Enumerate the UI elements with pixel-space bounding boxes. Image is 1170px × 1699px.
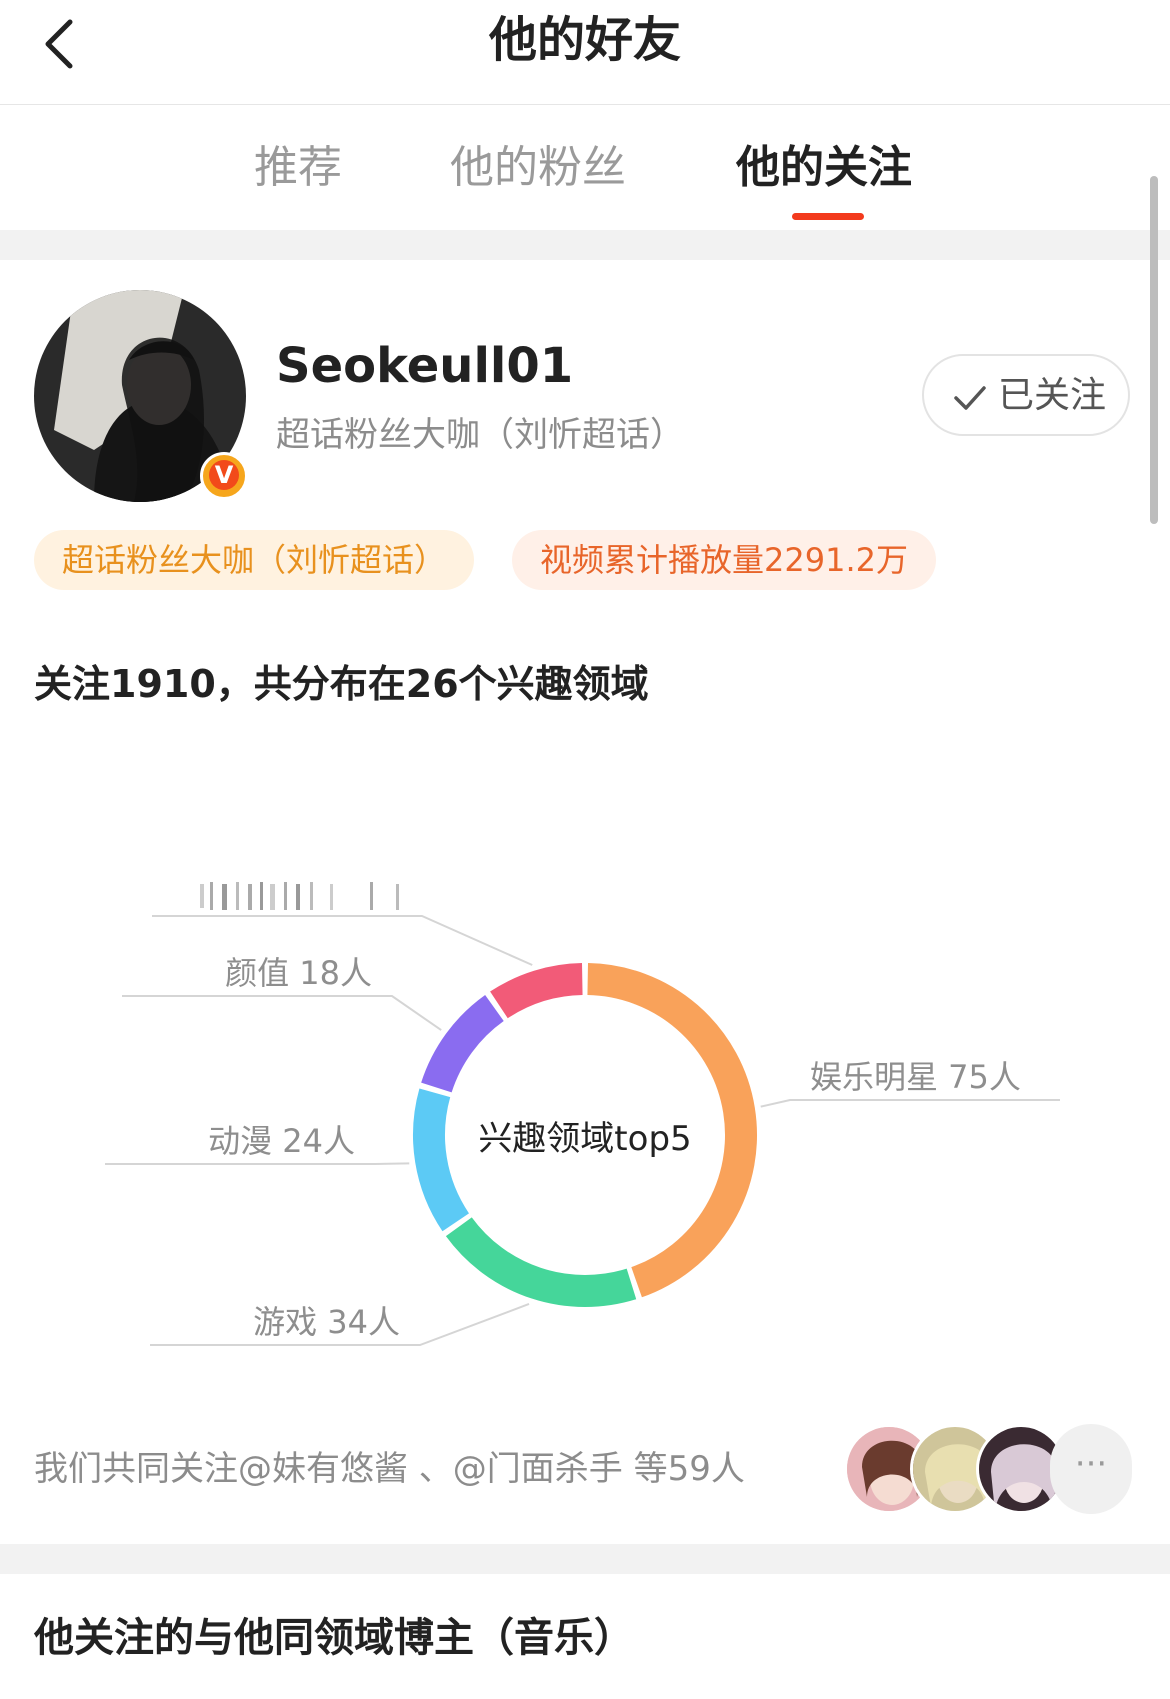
interest-summary: 关注1910，共分布在26个兴趣领域 (34, 662, 649, 706)
tag-video-plays[interactable]: 视频累计播放量2291.2万 (512, 530, 936, 590)
slice-label-game: 游戏 34人 (253, 1303, 400, 1341)
active-tab-indicator (792, 213, 864, 220)
tab-his-fans[interactable]: 他的粉丝 (450, 138, 626, 198)
page-title: 他的好友 (488, 12, 681, 68)
username[interactable]: Seokeull01 (276, 338, 573, 394)
section-divider-2 (0, 1544, 1170, 1574)
slice-label-entertainment: 娱乐明星 75人 (810, 1058, 1021, 1096)
slice-label-looks: 颜值 18人 (225, 954, 372, 992)
leader-line-entertainment (760, 1099, 1060, 1108)
donut-slice-other[interactable] (490, 963, 583, 1019)
checkmark-icon (954, 386, 986, 410)
following-button-label: 已关注 (998, 375, 1107, 416)
verified-badge: V (200, 452, 248, 500)
blurred-label (200, 882, 399, 910)
donut-slice-game[interactable] (445, 1217, 637, 1307)
common-following-text[interactable]: 我们共同关注@妹有悠酱 、@门面杀手 等59人 (34, 1444, 745, 1494)
following-button[interactable]: 已关注 (922, 354, 1130, 436)
donut-slice-looks[interactable] (421, 994, 505, 1093)
tab-his-following[interactable]: 他的关注 (736, 138, 912, 198)
scrollbar[interactable] (1150, 176, 1158, 524)
leader-line-anime (105, 1162, 410, 1165)
user-subtitle: 超话粉丝大咖（刘忻超话） (276, 415, 684, 455)
tag-super-topic[interactable]: 超话粉丝大咖（刘忻超话） (34, 530, 475, 590)
tab-recommend[interactable]: 推荐 (254, 138, 342, 198)
same-field-section-title: 他关注的与他同领域博主（音乐） (34, 1615, 634, 1661)
section-divider (0, 230, 1170, 260)
slice-label-anime: 动漫 24人 (208, 1122, 355, 1160)
chart-center-label: 兴趣领域top5 (478, 1119, 692, 1159)
leader-line-looks (122, 995, 442, 1031)
more-common-button[interactable]: ··· (1050, 1424, 1132, 1514)
